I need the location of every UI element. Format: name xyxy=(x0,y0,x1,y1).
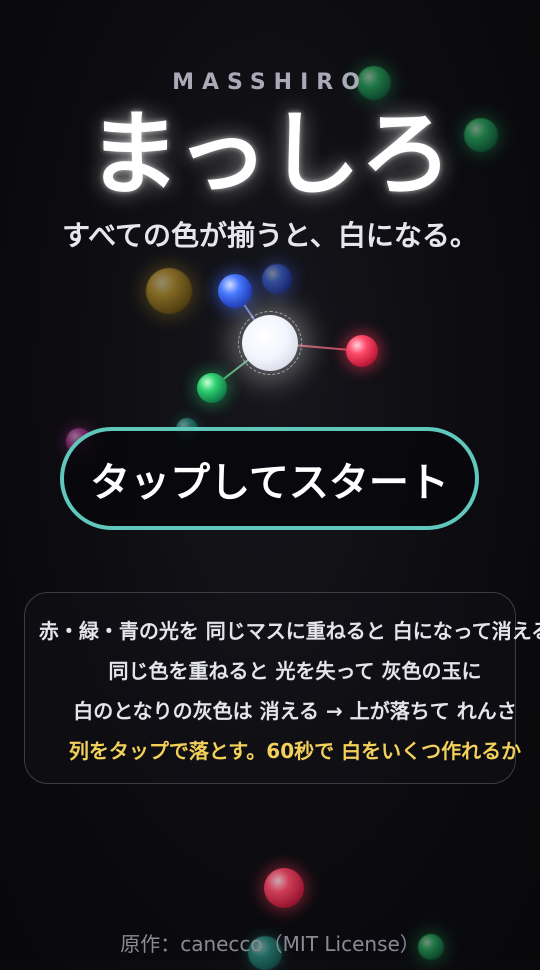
start-button-label: タップしてスタート xyxy=(90,459,449,506)
orb-blue xyxy=(218,274,252,308)
bg-orb-red xyxy=(264,868,304,908)
rule-line: 赤・緑・青の光を 同じマスに重ねると 白になって消える xyxy=(38,619,540,643)
orb-white xyxy=(242,315,298,371)
start-button[interactable]: タップしてスタート xyxy=(60,427,479,530)
tagline: すべての色が揃うと、白になる。 xyxy=(62,219,478,252)
orb-green xyxy=(197,373,227,403)
bg-orb-blue xyxy=(262,264,292,294)
bg-orb-yellow xyxy=(146,268,192,314)
title-romaji: MASSHIRO xyxy=(172,70,368,95)
credit-text: 原作：canecco（MIT License） xyxy=(120,932,420,956)
orb-red xyxy=(346,335,378,367)
rules-panel: 赤・緑・青の光を 同じマスに重ねると 白になって消える 同じ色を重ねると 光を失… xyxy=(24,592,540,784)
rule-line: 同じ色を重ねると 光を失って 灰色の玉に xyxy=(108,659,482,683)
rule-line-highlight: 列をタップで落とす。60秒で 白をいくつ作れるか xyxy=(68,739,522,763)
rule-line: 白のとなりの灰色は 消える → 上が落ちて れんさ xyxy=(73,699,517,723)
game-title: まっしろ xyxy=(87,101,453,208)
